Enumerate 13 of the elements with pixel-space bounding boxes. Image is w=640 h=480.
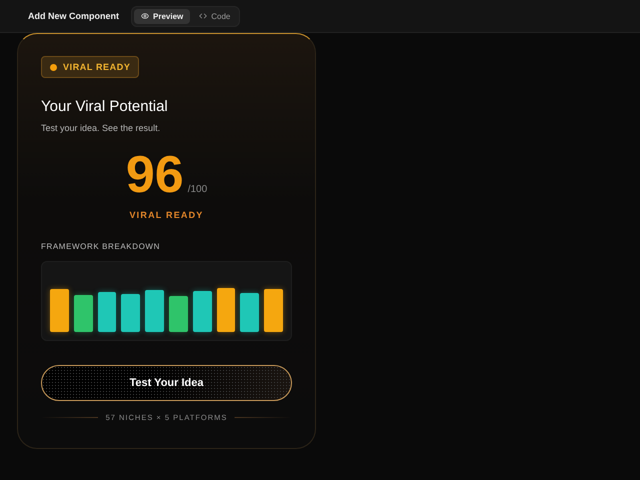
score-label: VIRAL READY (129, 210, 204, 220)
card-title: Your Viral Potential (41, 98, 169, 115)
score-value: 96 (126, 149, 184, 201)
view-tab[interactable]: Preview (134, 8, 190, 24)
view-tab[interactable]: Code (192, 8, 238, 24)
score-max: /100 (188, 184, 208, 195)
section-heading: FRAMEWORK BREAKDOWN (41, 242, 161, 251)
code-icon (199, 12, 208, 20)
page-title: Add New Component (28, 11, 119, 21)
test-idea-button[interactable]: Test Your Idea (41, 365, 292, 401)
badge-label: VIRAL READY (63, 62, 130, 72)
card-subtitle: Test your idea. See the result. (41, 123, 162, 133)
eye-icon (141, 12, 149, 20)
